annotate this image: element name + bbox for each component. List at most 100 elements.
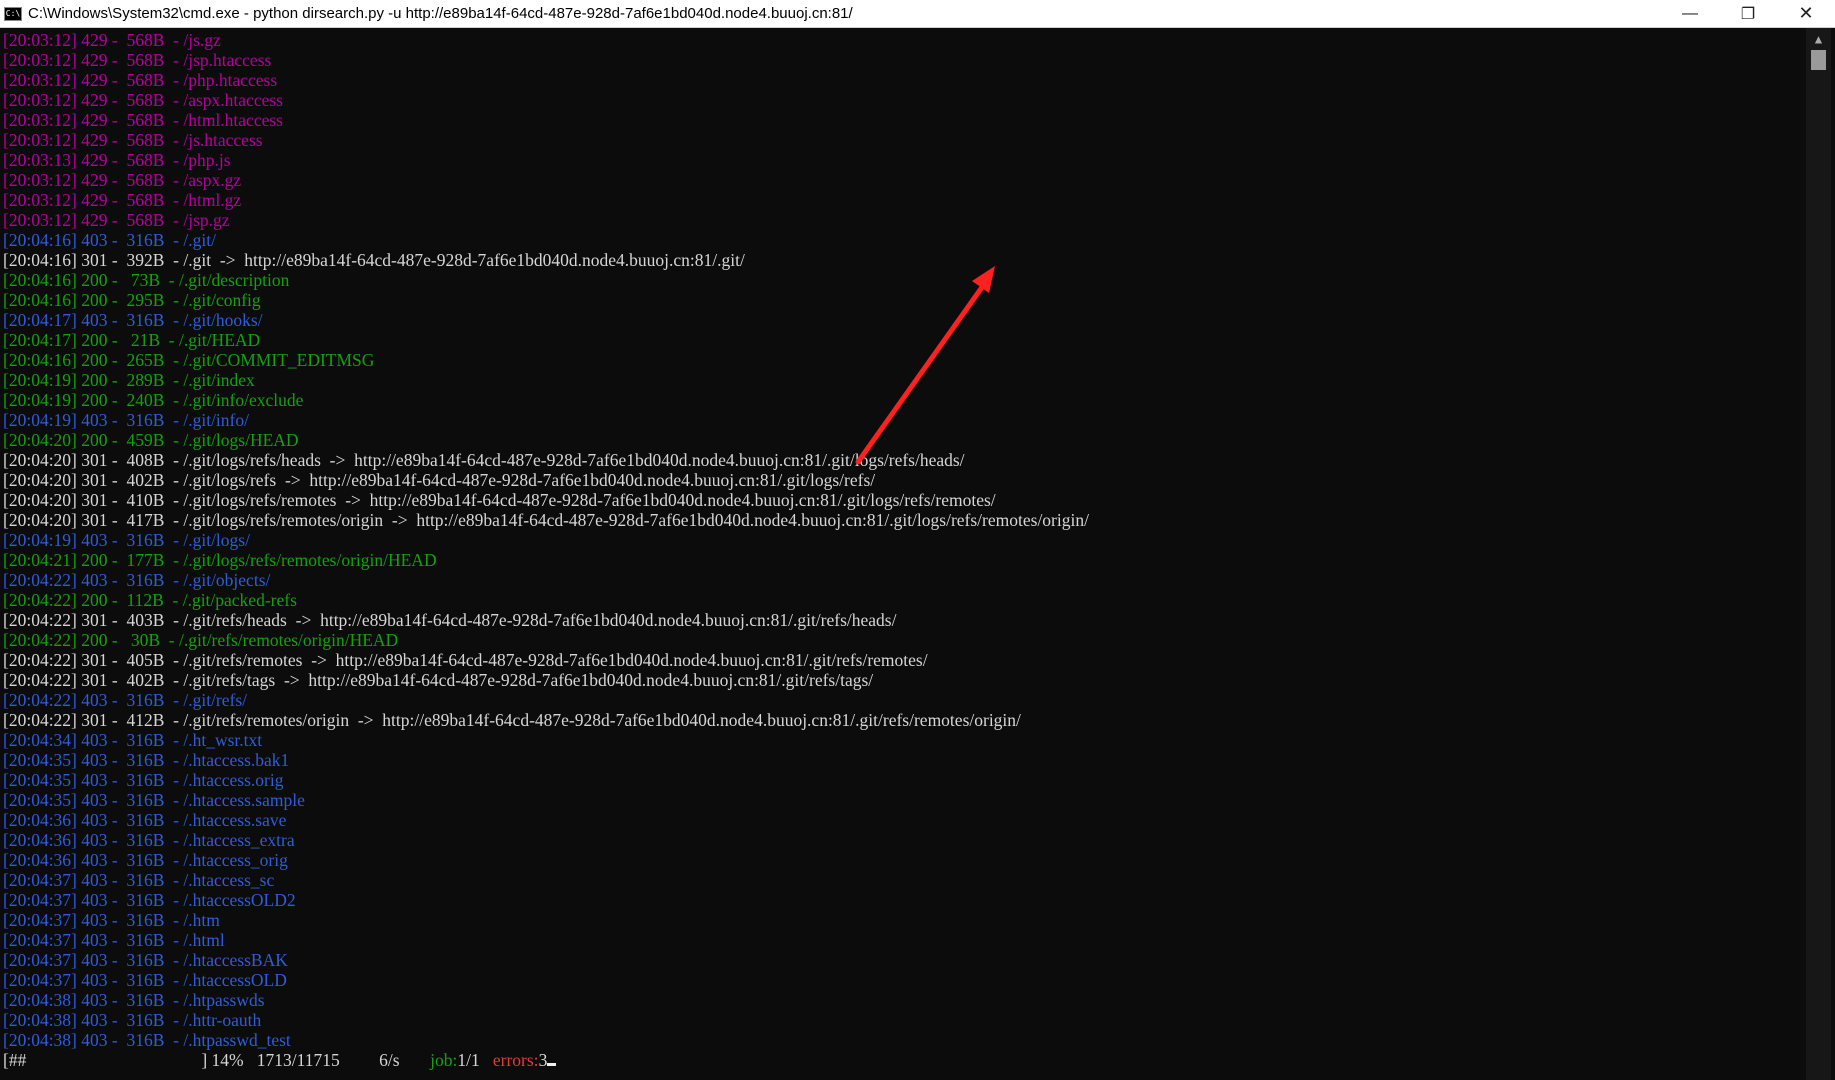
log-dash: - (111, 730, 118, 750)
log-size: 316B (126, 1010, 165, 1030)
log-sep: - (173, 850, 179, 870)
log-line: [20:03:12] 429 - 568B - /js.gz (3, 30, 221, 50)
log-sep: - (173, 970, 179, 990)
log-dash: - (111, 550, 118, 570)
log-path: /.git (183, 250, 212, 270)
scrollbar-thumb[interactable] (1811, 50, 1826, 70)
log-dash: - (111, 310, 118, 330)
log-path: /.git/config (183, 290, 261, 310)
log-line: [20:04:19] 403 - 316B - /.git/logs/ (3, 530, 250, 550)
log-size: 408B (126, 450, 165, 470)
scroll-up-arrow-icon[interactable]: ▲ (1806, 28, 1831, 50)
log-size: 412B (126, 710, 165, 730)
log-line: [20:04:37] 403 - 316B - /.html (3, 930, 225, 950)
log-line: [20:03:12] 429 - 568B - /php.htaccess (3, 70, 277, 90)
log-line: [20:04:37] 403 - 316B - /.htm (3, 910, 220, 930)
redirect-arrow: -> (391, 510, 408, 530)
log-dash: - (111, 650, 118, 670)
log-size: 21B (126, 330, 161, 350)
minimize-button[interactable]: — (1661, 0, 1719, 28)
log-time: [20:04:16] (3, 270, 77, 290)
log-line: [20:03:12] 429 - 568B - /html.htaccess (3, 110, 283, 130)
log-line: [20:04:21] 200 - 177B - /.git/logs/refs/… (3, 550, 437, 570)
log-status-code: 403 (81, 990, 108, 1010)
log-status-code: 200 (81, 430, 108, 450)
log-dash: - (111, 470, 118, 490)
log-dash: - (111, 610, 118, 630)
log-sep: - (173, 350, 179, 370)
log-dash: - (111, 790, 118, 810)
log-dash: - (111, 950, 118, 970)
log-status-code: 429 (81, 210, 108, 230)
progress-percent: 14% (211, 1050, 244, 1070)
log-time: [20:04:34] (3, 730, 77, 750)
log-path: /.htaccess.save (183, 810, 287, 830)
log-line: [20:03:12] 429 - 568B - /aspx.htaccess (3, 90, 283, 110)
log-time: [20:04:19] (3, 410, 77, 430)
log-status-code: 403 (81, 910, 108, 930)
job-label: job: (430, 1050, 458, 1070)
log-path: /.git/info/ (183, 410, 249, 430)
log-redirect-url: http://e89ba14f-64cd-487e-928d-7af6e1bd0… (244, 250, 745, 270)
log-sep: - (173, 90, 179, 110)
log-sep: - (173, 450, 179, 470)
log-path: /php.js (183, 150, 231, 170)
log-size: 316B (126, 730, 165, 750)
log-status-code: 429 (81, 90, 108, 110)
log-size: 568B (126, 210, 165, 230)
terminal-output[interactable]: [20:03:12] 429 - 568B - /js.gz [20:03:12]… (0, 28, 1805, 1080)
log-line: [20:04:22] 301 - 403B - /.git/refs/heads… (3, 610, 896, 630)
log-status-code: 403 (81, 570, 108, 590)
log-path: /js.gz (183, 30, 221, 50)
log-time: [20:04:19] (3, 370, 77, 390)
log-size: 289B (126, 370, 165, 390)
log-dash: - (111, 970, 118, 990)
log-path: /.git/description (178, 270, 290, 290)
log-size: 392B (126, 250, 165, 270)
log-status-code: 429 (81, 70, 108, 90)
log-path: /.git/packed-refs (182, 590, 297, 610)
log-sep: - (173, 290, 179, 310)
log-dash: - (111, 910, 118, 930)
log-time: [20:04:22] (3, 630, 77, 650)
log-sep: - (173, 930, 179, 950)
log-time: [20:04:22] (3, 650, 77, 670)
log-sep: - (173, 710, 179, 730)
log-size: 316B (126, 690, 165, 710)
log-size: 112B (126, 590, 164, 610)
restore-button[interactable]: ❐ (1719, 0, 1777, 28)
log-time: [20:04:21] (3, 550, 77, 570)
log-status-code: 403 (81, 850, 108, 870)
log-status-code: 403 (81, 410, 108, 430)
log-status-code: 403 (81, 790, 108, 810)
log-time: [20:03:12] (3, 170, 77, 190)
log-dash: - (111, 250, 118, 270)
log-status-code: 301 (81, 510, 108, 530)
scrollbar[interactable]: ▲ (1806, 28, 1831, 1080)
progress-count: 1713/11715 (256, 1050, 340, 1070)
log-time: [20:03:12] (3, 70, 77, 90)
log-size: 568B (126, 110, 165, 130)
log-size: 73B (126, 270, 161, 290)
log-sep: - (173, 310, 179, 330)
log-size: 316B (126, 750, 165, 770)
log-time: [20:04:36] (3, 830, 77, 850)
progress-status-line: [##] 14% 1713/11715 6/s job:1/1 errors:3 (3, 1049, 557, 1071)
log-path: /.htpasswds (183, 990, 265, 1010)
log-path: /.htaccessOLD (183, 970, 287, 990)
log-status-code: 429 (81, 30, 108, 50)
log-dash: - (111, 110, 118, 130)
log-path: /.git/refs/tags (183, 670, 276, 690)
log-size: 30B (126, 630, 161, 650)
log-path: /.git/hooks/ (183, 310, 263, 330)
log-status-code: 200 (81, 330, 108, 350)
log-size: 295B (126, 290, 165, 310)
log-path: /.git/refs/remotes/origin (183, 710, 350, 730)
log-time: [20:04:37] (3, 910, 77, 930)
log-sep: - (173, 890, 179, 910)
close-button[interactable]: ✕ (1777, 0, 1835, 28)
log-size: 568B (126, 30, 165, 50)
log-status-code: 301 (81, 450, 108, 470)
log-time: [20:04:16] (3, 290, 77, 310)
log-path: /.ht_wsr.txt (183, 730, 263, 750)
